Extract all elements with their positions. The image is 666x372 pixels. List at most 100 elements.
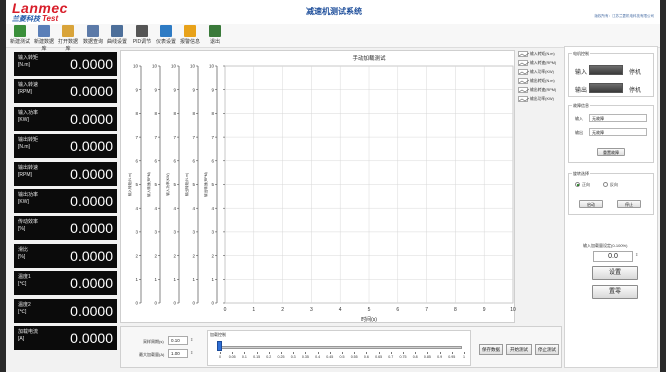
reverse-radio[interactable] bbox=[603, 182, 608, 187]
clear-load-button[interactable]: 置零 bbox=[592, 285, 638, 299]
y-axis-label: 输入转矩(N.m) bbox=[127, 173, 132, 196]
readout-label: 输出转矩 [N.m] bbox=[18, 137, 38, 151]
fault-output-field: 无故障 bbox=[589, 128, 647, 136]
toolbar-query-button[interactable]: 数据查询 bbox=[81, 25, 105, 45]
x-tick-label: 8 bbox=[454, 307, 457, 313]
y-axis-label: 输出转矩(N.m) bbox=[184, 173, 189, 196]
stop-motor-button[interactable]: 停止 bbox=[617, 200, 641, 208]
readout-box: 输入功率 [KW] 0.0000 bbox=[14, 107, 117, 131]
readout-value: 0.0000 bbox=[70, 220, 113, 236]
slider-tick-mark bbox=[232, 352, 233, 354]
readout-box: 输出功率 [KW] 0.0000 bbox=[14, 189, 117, 213]
slider-tick-label: 0.25 bbox=[277, 355, 285, 359]
forward-label: 正向 bbox=[582, 182, 590, 187]
toolbar-meter-button[interactable]: 仪表设置 bbox=[154, 25, 178, 45]
load-slider-group: 加载控制 0 0.05 0.1 0.15 0.2 0.25 0.3 0.35 0.4 0.45 0.… bbox=[207, 330, 471, 366]
stop-test-button[interactable]: 停止测试 bbox=[535, 344, 559, 355]
x-tick-label: 1 bbox=[252, 307, 255, 313]
slider-tick-mark bbox=[317, 352, 319, 354]
slider-tick-label: 0.7 bbox=[388, 355, 394, 359]
meter-icon bbox=[160, 25, 172, 37]
readout-name: 加载电流 bbox=[18, 329, 39, 335]
y-tick-label: 4 bbox=[211, 206, 214, 211]
x-tick-label: 6 bbox=[396, 307, 399, 313]
fault-input-field: 无故障 bbox=[589, 114, 647, 122]
start-motor-button[interactable]: 启动 bbox=[579, 200, 603, 208]
toolbar-pid-button[interactable]: PID调节 bbox=[130, 25, 154, 45]
slider-tick-mark bbox=[427, 352, 428, 354]
legend-label: 输入转速(RPM) bbox=[530, 61, 557, 65]
toolbar-label: 仪表设置 bbox=[155, 39, 176, 45]
y-tick-label: 3 bbox=[154, 230, 157, 235]
max-load-spinner[interactable]: ⇕ bbox=[190, 350, 193, 355]
y-axis-label: 输入转速(RPM) bbox=[146, 172, 151, 197]
slider-tick-mark bbox=[378, 352, 380, 354]
readout-name: 输入转矩 bbox=[18, 55, 39, 61]
save-data-button[interactable]: 保存数据 bbox=[479, 344, 503, 355]
max-load-input[interactable]: 1.00 bbox=[168, 349, 188, 358]
readout-unit: [A] bbox=[18, 336, 25, 342]
legend-item[interactable]: 输出功率(KW) bbox=[518, 95, 564, 103]
slider-tick-label: 0.05 bbox=[228, 355, 236, 359]
load-setpoint-input[interactable]: 0.0 bbox=[593, 251, 633, 262]
y-tick-label: 0 bbox=[192, 301, 195, 306]
y-axis-label: 输出转速(RPM) bbox=[203, 172, 208, 197]
chart: 0 1 2 3 4 5 6 7 8 9 10手动加载测试时间(s)012345678910输入转矩(… bbox=[127, 54, 516, 323]
legend-swatch-icon bbox=[518, 69, 530, 75]
readout-unit: [N.m] bbox=[18, 144, 30, 150]
set-load-button[interactable]: 设置 bbox=[592, 266, 638, 280]
readout-label: 输出功率 [KW] bbox=[18, 192, 38, 206]
toolbar-new-test-button[interactable]: 新建测试 bbox=[8, 25, 32, 45]
reset-fault-button[interactable]: 重置故障 bbox=[597, 148, 625, 156]
slider-tick-label: 0.5 bbox=[339, 355, 345, 359]
y-tick-label: 10 bbox=[171, 64, 177, 69]
readout-label: 传动效率 [%] bbox=[18, 219, 38, 233]
toolbar-new-db-button[interactable]: 新建数据库 bbox=[32, 25, 56, 52]
y-tick-label: 9 bbox=[211, 87, 214, 92]
readout-value: 0.0000 bbox=[70, 193, 113, 209]
readout-unit: [N.m] bbox=[18, 62, 30, 68]
readout-label: 输入功率 [KW] bbox=[18, 110, 38, 124]
new-db-icon bbox=[38, 25, 50, 37]
legend-label: 输出转矩(N.m) bbox=[530, 79, 555, 83]
load-slider-track[interactable] bbox=[218, 346, 462, 349]
slider-tick-mark bbox=[293, 352, 294, 354]
y-tick-label: 5 bbox=[154, 182, 157, 187]
sample-period-input[interactable]: 0.10 bbox=[168, 336, 188, 345]
max-load-label: 最大加载量(A) bbox=[139, 352, 165, 357]
toolbar-exit-button[interactable]: 退出 bbox=[203, 25, 227, 45]
y-tick-label: 2 bbox=[154, 253, 157, 258]
y-tick-label: 3 bbox=[211, 230, 214, 235]
sample-period-spinner[interactable]: ⇕ bbox=[190, 337, 193, 342]
readout-box: 输出转矩 [N.m] 0.0000 bbox=[14, 134, 117, 158]
fault-input-label: 输入 bbox=[575, 116, 583, 121]
legend-label: 输出功率(KW) bbox=[530, 97, 554, 101]
readout-value: 0.0000 bbox=[70, 56, 113, 72]
legend-item[interactable]: 输出转矩(N.m) bbox=[518, 77, 564, 85]
toolbar-alarm-button[interactable]: 报警信息 bbox=[178, 25, 202, 45]
readout-label: 温度1 [℃] bbox=[18, 274, 31, 288]
toolbar-curve-settings-button[interactable]: 曲线设置 bbox=[105, 25, 129, 45]
slider-tick-mark bbox=[281, 352, 282, 354]
load-control-panel: 采样周期(s) 0.10 ⇕ 最大加载量(A) 1.00 ⇕ 加载控制 0 0.0… bbox=[120, 326, 562, 368]
forward-radio[interactable] bbox=[575, 182, 580, 187]
legend-item[interactable]: 输出转速(RPM) bbox=[518, 86, 564, 94]
slider-tick-mark bbox=[354, 352, 355, 354]
y-tick-label: 5 bbox=[211, 182, 214, 187]
load-slider-thumb[interactable] bbox=[217, 341, 222, 351]
x-tick-label: 3 bbox=[310, 307, 313, 313]
slider-tick-mark bbox=[403, 352, 404, 354]
legend-item[interactable]: 输入转速(RPM) bbox=[518, 59, 564, 67]
legend-item[interactable]: 输入转矩(N.m) bbox=[518, 50, 564, 58]
start-test-button[interactable]: 开始测试 bbox=[506, 344, 532, 355]
load-setpoint-spinner[interactable]: ⇕ bbox=[635, 252, 638, 257]
slider-tick-label: 0.45 bbox=[326, 355, 334, 359]
chart-title: 手动加载测试 bbox=[352, 54, 386, 62]
legend-item[interactable]: 输入功率(KW) bbox=[518, 68, 564, 76]
input-motor-status: 停机 bbox=[629, 70, 642, 76]
toolbar-open-db-button[interactable]: 打开数据库 bbox=[56, 25, 80, 52]
output-motor-status: 停机 bbox=[629, 88, 642, 94]
readout-box: 滑比 [%] 0.0000 bbox=[14, 244, 117, 268]
reverse-label: 反向 bbox=[610, 182, 618, 187]
readout-unit: [RPM] bbox=[18, 89, 32, 95]
